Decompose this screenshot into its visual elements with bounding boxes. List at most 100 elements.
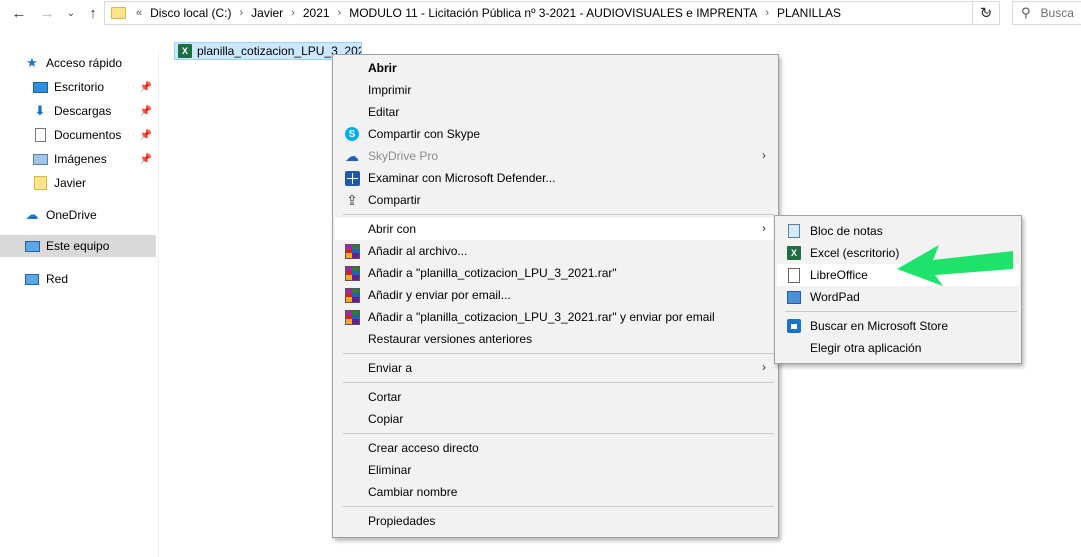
menu-print[interactable]: Imprimir xyxy=(335,79,776,101)
nav-this-pc[interactable]: Este equipo xyxy=(0,235,156,257)
nav-label: Este equipo xyxy=(46,239,110,253)
menu-skydrive-pro[interactable]: ☁ SkyDrive Pro › xyxy=(335,145,776,167)
breadcrumb-overflow[interactable]: « xyxy=(136,7,142,19)
chevron-right-icon[interactable]: › xyxy=(765,7,769,19)
desktop-icon xyxy=(32,79,48,95)
menu-label: LibreOffice xyxy=(810,268,868,282)
menu-send-to[interactable]: Enviar a › xyxy=(335,357,776,379)
pictures-icon xyxy=(32,151,48,167)
menu-separator xyxy=(343,353,774,354)
menu-label: Propiedades xyxy=(368,514,436,528)
document-icon xyxy=(32,127,48,143)
download-icon: ⬇ xyxy=(34,103,46,118)
menu-label: Copiar xyxy=(368,412,404,426)
breadcrumb-planillas[interactable]: PLANILLAS xyxy=(777,6,841,20)
chevron-right-icon[interactable]: › xyxy=(239,7,243,19)
folder-icon xyxy=(111,7,126,19)
menu-defender-scan[interactable]: Examinar con Microsoft Defender... xyxy=(335,167,776,189)
menu-create-shortcut[interactable]: Crear acceso directo xyxy=(335,437,776,459)
pin-icon[interactable]: 📌 xyxy=(140,106,152,117)
menu-copy[interactable]: Copiar xyxy=(335,408,776,430)
skydrive-cloud-icon: ☁ xyxy=(345,147,359,164)
refresh-icon[interactable]: ↻ xyxy=(972,1,1000,25)
menu-label: Buscar en Microsoft Store xyxy=(810,319,949,333)
menu-label: Añadir al archivo... xyxy=(368,244,468,258)
menu-add-rar[interactable]: Añadir a "planilla_cotizacion_LPU_3_2021… xyxy=(335,262,776,284)
menu-share[interactable]: ⇪ Compartir xyxy=(335,189,776,211)
cloud-icon: ☁ xyxy=(25,207,39,222)
address-bar[interactable]: « Disco local (C:) › Javier › 2021 › MOD… xyxy=(104,1,1000,25)
menu-separator xyxy=(343,433,774,434)
menu-open[interactable]: Abrir xyxy=(335,57,776,79)
excel-file-icon: X xyxy=(178,44,192,58)
nav-label: Escritorio xyxy=(54,80,105,94)
menu-label: WordPad xyxy=(810,290,860,304)
menu-label: Compartir con Skype xyxy=(368,127,481,141)
winrar-icon xyxy=(344,265,360,281)
menu-add-rar-email[interactable]: Añadir a "planilla_cotizacion_LPU_3_2021… xyxy=(335,306,776,328)
submenu-wordpad[interactable]: WordPad xyxy=(777,286,1019,308)
chevron-right-icon: › xyxy=(762,221,766,235)
menu-label: Elegir otra aplicación xyxy=(810,341,922,355)
menu-label: Imprimir xyxy=(368,83,412,97)
menu-open-with[interactable]: Abrir con › xyxy=(335,218,776,240)
menu-label: Añadir a "planilla_cotizacion_LPU_3_2021… xyxy=(368,310,715,324)
forward-arrow-icon[interactable]: → xyxy=(36,3,58,23)
menu-label: Restaurar versiones anteriores xyxy=(368,332,533,346)
menu-add-archive[interactable]: Añadir al archivo... xyxy=(335,240,776,262)
menu-rename[interactable]: Cambiar nombre xyxy=(335,481,776,503)
nav-item-documentos[interactable]: Documentos 📌 xyxy=(32,124,156,146)
back-arrow-icon[interactable]: ← xyxy=(8,3,30,23)
search-placeholder: Busca xyxy=(1040,6,1074,20)
open-with-submenu: Bloc de notas X Excel (escritorio) Libre… xyxy=(774,215,1022,364)
nav-label: OneDrive xyxy=(46,208,97,222)
chevron-right-icon: › xyxy=(762,148,766,162)
menu-restore-versions[interactable]: Restaurar versiones anteriores xyxy=(335,328,776,350)
breadcrumb-2021[interactable]: 2021 xyxy=(303,6,330,20)
menu-label: Examinar con Microsoft Defender... xyxy=(368,171,556,185)
up-arrow-icon[interactable]: ↑ xyxy=(82,3,104,23)
menu-properties[interactable]: Propiedades xyxy=(335,510,776,532)
nav-item-javier[interactable]: Javier xyxy=(32,172,156,194)
menu-separator xyxy=(343,214,774,215)
pin-icon[interactable]: 📌 xyxy=(140,130,152,141)
chevron-right-icon[interactable]: › xyxy=(338,7,342,19)
skype-icon: S xyxy=(344,126,360,142)
nav-item-imagenes[interactable]: Imágenes 📌 xyxy=(32,148,156,170)
chevron-right-icon[interactable]: › xyxy=(291,7,295,19)
menu-label: SkyDrive Pro xyxy=(368,149,439,163)
nav-quick-access[interactable]: ★ Acceso rápido xyxy=(24,52,180,74)
winrar-icon xyxy=(344,309,360,325)
menu-edit[interactable]: Editar xyxy=(335,101,776,123)
pin-icon[interactable]: 📌 xyxy=(140,154,152,165)
submenu-notepad[interactable]: Bloc de notas xyxy=(777,220,1019,242)
notepad-icon xyxy=(786,223,802,239)
menu-separator xyxy=(343,382,774,383)
excel-icon: X xyxy=(786,245,802,261)
menu-separator xyxy=(785,311,1017,312)
menu-label: Crear acceso directo xyxy=(368,441,479,455)
nav-item-descargas[interactable]: ⬇ Descargas 📌 xyxy=(32,100,156,122)
nav-network[interactable]: Red xyxy=(24,268,180,290)
breadcrumb-javier[interactable]: Javier xyxy=(251,6,283,20)
search-icon: ⚲ xyxy=(1021,5,1031,20)
nav-item-escritorio[interactable]: Escritorio 📌 xyxy=(32,76,156,98)
pin-icon[interactable]: 📌 xyxy=(140,82,152,93)
submenu-store[interactable]: Buscar en Microsoft Store xyxy=(777,315,1019,337)
defender-shield-icon xyxy=(344,170,360,186)
nav-label: Red xyxy=(46,272,69,286)
search-input[interactable]: ⚲ Busca xyxy=(1012,1,1081,25)
nav-label: Imágenes xyxy=(54,152,107,166)
breadcrumb-modulo[interactable]: MODULO 11 - Licitación Pública nº 3-2021… xyxy=(349,6,757,20)
breadcrumb-disk[interactable]: Disco local (C:) xyxy=(150,6,231,20)
menu-add-email[interactable]: Añadir y enviar por email... xyxy=(335,284,776,306)
menu-cut[interactable]: Cortar xyxy=(335,386,776,408)
menu-delete[interactable]: Eliminar xyxy=(335,459,776,481)
submenu-other-app[interactable]: Elegir otra aplicación xyxy=(777,337,1019,359)
pane-divider[interactable] xyxy=(158,50,159,557)
context-menu: Abrir Imprimir Editar S Compartir con Sk… xyxy=(332,54,779,538)
menu-share-skype[interactable]: S Compartir con Skype xyxy=(335,123,776,145)
recent-locations-chevron-icon[interactable]: ⌄ xyxy=(60,3,82,23)
network-icon xyxy=(24,271,40,287)
nav-onedrive[interactable]: ☁ OneDrive xyxy=(24,204,180,226)
